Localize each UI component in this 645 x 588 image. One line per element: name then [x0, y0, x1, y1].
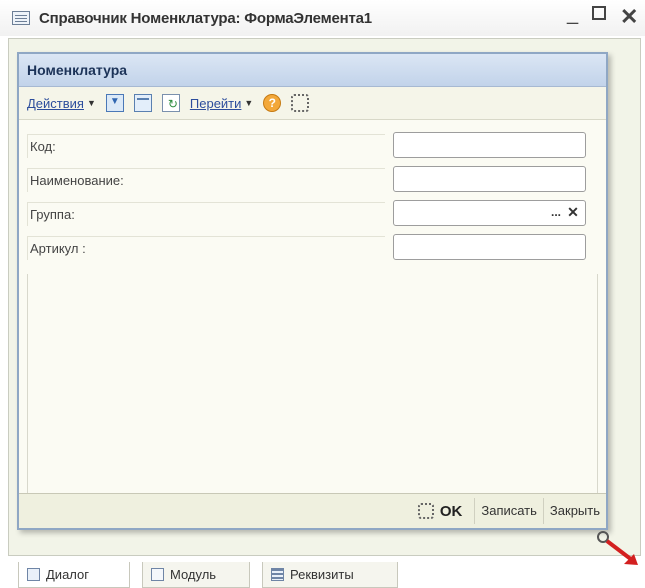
window-titlebar: Справочник Номенклатура: ФормаЭлемента1 …	[0, 0, 645, 36]
tab-attributes[interactable]: Реквизиты	[262, 562, 398, 588]
field-row-code: Код:	[27, 129, 598, 163]
empty-form-area	[27, 274, 598, 494]
goto-dropdown-icon[interactable]: ▼	[244, 98, 253, 108]
goto-menu[interactable]: Перейти	[190, 96, 242, 111]
module-icon	[151, 568, 164, 581]
designer-window: Справочник Номенклатура: ФормаЭлемента1 …	[0, 0, 645, 588]
group-clear-button[interactable]: ✕	[565, 203, 581, 223]
frame-icon[interactable]	[291, 94, 310, 112]
tab-module[interactable]: Модуль	[142, 562, 250, 588]
code-label: Код:	[27, 134, 385, 158]
help-icon[interactable]: ?	[263, 94, 282, 112]
actions-menu[interactable]: Действия	[27, 96, 84, 111]
article-input[interactable]	[393, 234, 586, 260]
refresh-document-icon[interactable]	[161, 94, 180, 112]
attributes-icon	[271, 568, 284, 581]
minimize-button[interactable]: _	[567, 3, 578, 26]
field-row-group: Группа: ... ✕	[27, 197, 598, 231]
designer-tabs: Диалог Модуль Реквизиты	[0, 556, 645, 588]
form-footer: OK Записать Закрыть	[19, 493, 606, 528]
download-icon[interactable]	[105, 94, 124, 112]
name-input[interactable]	[393, 166, 586, 192]
form-preview[interactable]: Номенклатура Действия ▼ Перейти ▼ ? Код:…	[17, 52, 608, 530]
form-header: Номенклатура	[19, 54, 606, 87]
name-label: Наименование:	[27, 168, 385, 192]
maximize-button[interactable]	[592, 6, 606, 20]
group-pick-button[interactable]: ...	[547, 203, 565, 223]
footer-frame-icon[interactable]	[417, 503, 434, 519]
field-row-article: Артикул :	[27, 231, 598, 265]
close-button[interactable]: Закрыть	[542, 498, 606, 524]
close-window-button[interactable]: ✕	[620, 4, 638, 30]
fields-panel: Код: Наименование: Группа: ... ✕ Артикул…	[27, 129, 598, 265]
tab-dialog[interactable]: Диалог	[18, 562, 130, 588]
dialog-icon	[27, 568, 40, 581]
tab-dialog-label: Диалог	[46, 567, 89, 582]
save-button[interactable]: Записать	[474, 498, 543, 524]
code-input[interactable]	[393, 132, 586, 158]
actions-dropdown-icon[interactable]: ▼	[87, 98, 96, 108]
tab-attributes-label: Реквизиты	[290, 567, 354, 582]
form-window-icon	[12, 11, 30, 25]
field-row-name: Наименование:	[27, 163, 598, 197]
ok-button[interactable]: OK	[440, 503, 463, 520]
tab-module-label: Модуль	[170, 567, 217, 582]
window-icon[interactable]	[133, 94, 152, 112]
article-label: Артикул :	[27, 236, 385, 260]
window-title: Справочник Номенклатура: ФормаЭлемента1	[39, 9, 372, 27]
group-label: Группа:	[27, 202, 385, 226]
form-toolbar: Действия ▼ Перейти ▼ ?	[19, 87, 606, 120]
